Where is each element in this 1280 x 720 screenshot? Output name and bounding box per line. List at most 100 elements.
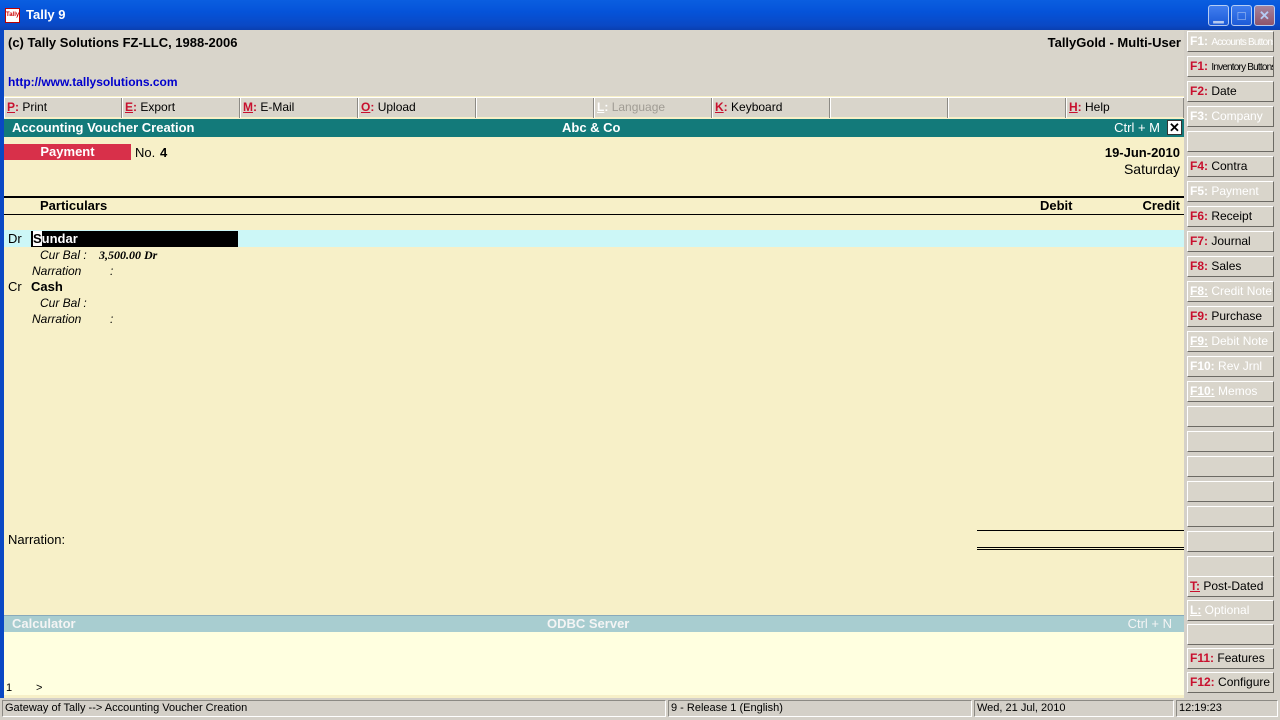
button-empty-slot: [1187, 506, 1274, 527]
calculator-shortcut: Ctrl + N: [1127, 616, 1172, 631]
close-window-button[interactable]: ✕: [1254, 5, 1275, 26]
menu-help[interactable]: H: Help: [1066, 98, 1184, 118]
menu-label: E-Mail: [260, 100, 295, 114]
button-panel: F1: Accounts Buttons F1: Inventory Button…: [1184, 30, 1280, 698]
button-payment[interactable]: F5: Payment: [1187, 181, 1274, 202]
menu-hotkey: E: [125, 100, 134, 114]
menu-email[interactable]: M: E-Mail: [240, 98, 358, 118]
menu-hotkey: P: [7, 100, 16, 114]
button-label: Rev Jrnl: [1218, 359, 1263, 373]
menu-label: Export: [140, 100, 176, 114]
menu-print[interactable]: P: Print: [4, 98, 122, 118]
button-date[interactable]: F2: Date: [1187, 81, 1274, 102]
close-voucher-icon[interactable]: ✕: [1167, 120, 1182, 135]
calculator-bar: Calculator ODBC Server Ctrl + N: [4, 615, 1184, 632]
menu-hotkey: K: [715, 100, 724, 114]
button-contra[interactable]: F4: Contra: [1187, 156, 1274, 177]
button-empty-slot: [1187, 406, 1274, 427]
button-label: Optional: [1204, 603, 1250, 617]
status-release: 9 - Release 1 (English): [668, 700, 972, 717]
button-journal[interactable]: F7: Journal: [1187, 231, 1274, 252]
button-credit-note[interactable]: F8: Credit Note: [1187, 281, 1274, 302]
button-company[interactable]: F3: Company: [1187, 106, 1274, 127]
button-label: Payment: [1211, 184, 1259, 198]
voucher-no-label: No.: [135, 145, 156, 160]
button-hotkey: F8:: [1190, 259, 1208, 273]
button-empty-slot: [1187, 131, 1274, 152]
menu-hotkey: M: [243, 100, 253, 114]
button-inventory-buttons[interactable]: F1: Inventory Buttons: [1187, 56, 1274, 77]
text-cursor: S: [33, 231, 42, 246]
button-empty-slot: [1187, 624, 1274, 645]
narration-label: Narration: [32, 264, 82, 278]
button-label: Debit Note: [1211, 334, 1269, 348]
total-line: [977, 549, 1184, 550]
button-hotkey: F1:: [1190, 34, 1208, 48]
button-purchase[interactable]: F9: Purchase: [1187, 306, 1274, 327]
maximize-button[interactable]: □: [1231, 5, 1252, 26]
button-rev-jrnl[interactable]: F10: Rev Jrnl: [1187, 356, 1274, 377]
minimize-button[interactable]: ▁: [1208, 5, 1229, 26]
divider: [4, 214, 1184, 215]
button-configure[interactable]: F12: Configure: [1187, 672, 1274, 693]
product-name: TallyGold - Multi-User: [1047, 35, 1181, 50]
button-empty-slot: [1187, 481, 1274, 502]
button-hotkey: F10:: [1190, 384, 1215, 398]
menu-label: Help: [1085, 100, 1110, 114]
menu-keyboard[interactable]: K: Keyboard: [712, 98, 830, 118]
button-hotkey: F11:: [1190, 651, 1215, 665]
menu-export[interactable]: E: Export: [122, 98, 240, 118]
status-path: Gateway of Tally --> Accounting Voucher …: [2, 700, 666, 717]
voucher-number[interactable]: 4: [160, 145, 167, 160]
total-line: [977, 547, 1184, 548]
voucher-header-bar: Accounting Voucher Creation Abc & Co Ctr…: [4, 119, 1184, 137]
narration-colon: :: [110, 264, 114, 278]
button-hotkey: F4:: [1190, 159, 1208, 173]
menu-label: Keyboard: [731, 100, 783, 114]
button-post-dated[interactable]: T: Post-Dated: [1187, 576, 1274, 597]
button-debit-note[interactable]: F9: Debit Note: [1187, 331, 1274, 352]
info-bar: (c) Tally Solutions FZ-LLC, 1988-2006 Ta…: [4, 30, 1184, 96]
company-name: Abc & Co: [562, 120, 621, 135]
ledger-input[interactable]: Sundar: [31, 231, 238, 247]
button-label: Journal: [1211, 234, 1251, 248]
cur-bal-label: Cur Bal :: [40, 296, 87, 310]
button-optional[interactable]: L: Optional: [1187, 600, 1274, 621]
entry-drcr[interactable]: Cr: [8, 279, 22, 294]
voucher-type-badge[interactable]: Payment: [4, 144, 131, 160]
narration-label: Narration: [32, 312, 82, 326]
button-empty-slot: [1187, 531, 1274, 552]
button-label: Inventory Buttons: [1211, 62, 1274, 73]
ledger-name[interactable]: Cash: [31, 279, 63, 294]
narration-colon: :: [110, 312, 114, 326]
button-label: Sales: [1211, 259, 1242, 273]
menu-empty-slot: [476, 98, 594, 118]
voucher-day: Saturday: [1123, 161, 1180, 177]
button-features[interactable]: F11: Features: [1187, 648, 1274, 669]
button-sales[interactable]: F8: Sales: [1187, 256, 1274, 277]
menu-label: Print: [22, 100, 48, 114]
voucher-narration-label[interactable]: Narration:: [8, 532, 65, 547]
entry-drcr[interactable]: Dr: [8, 231, 22, 246]
button-memos[interactable]: F10: Memos: [1187, 381, 1274, 402]
calculator-prompt: >: [36, 682, 43, 694]
tally-app-icon: Tally: [5, 8, 20, 23]
title-bar: Tally Tally 9 ▁ □ ✕: [0, 0, 1280, 30]
button-label: Configure: [1218, 675, 1271, 689]
menu-upload[interactable]: O: Upload: [358, 98, 476, 118]
button-accounts-buttons[interactable]: F1: Accounts Buttons: [1187, 31, 1274, 52]
button-label: Post-Dated: [1203, 579, 1264, 593]
button-hotkey: F9:: [1190, 334, 1208, 348]
status-time: 12:19:23: [1176, 700, 1278, 717]
button-hotkey: F9:: [1190, 309, 1208, 323]
button-receipt[interactable]: F6: Receipt: [1187, 206, 1274, 227]
button-hotkey: F5:: [1190, 184, 1208, 198]
menu-empty-slot: [830, 98, 948, 118]
button-hotkey: F2:: [1190, 84, 1208, 98]
screen-title: Accounting Voucher Creation: [12, 120, 195, 135]
website-link[interactable]: http://www.tallysolutions.com: [8, 75, 178, 89]
calculator-area[interactable]: 1 >: [4, 632, 1184, 695]
voucher-date[interactable]: 19-Jun-2010: [1105, 145, 1180, 160]
status-bar: Gateway of Tally --> Accounting Voucher …: [0, 698, 1280, 720]
menu-language[interactable]: L: Language: [594, 98, 712, 118]
